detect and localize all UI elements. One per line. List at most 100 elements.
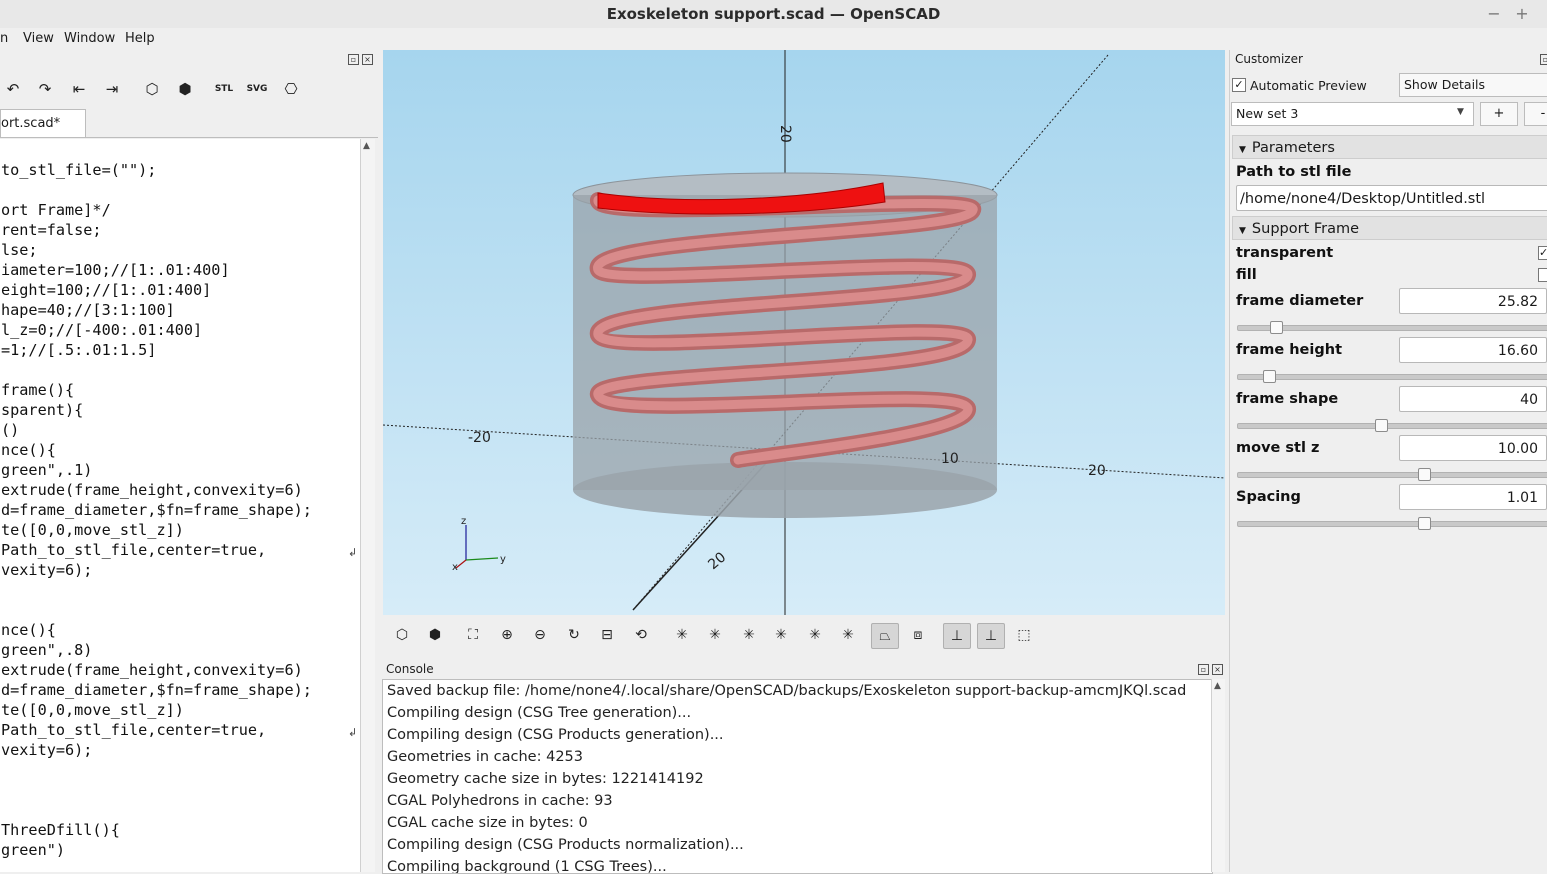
view-left-icon[interactable]: ✳ xyxy=(702,623,728,647)
code-line: hape=40;//[3:1:100] xyxy=(1,301,175,319)
zoom-in-icon[interactable]: ⊕ xyxy=(494,623,520,647)
send-to-print-icon[interactable]: ⎔ xyxy=(278,78,304,100)
render-icon[interactable]: ⬢ xyxy=(422,623,448,647)
view-all-icon[interactable]: ⛶ xyxy=(460,623,486,647)
group-support-frame-label: Support Frame xyxy=(1251,221,1360,237)
spacing-slider-handle[interactable] xyxy=(1418,517,1432,530)
scroll-up-icon[interactable]: ▲ xyxy=(1214,681,1221,691)
frame-shape-slider[interactable] xyxy=(1237,423,1547,429)
undo-icon[interactable]: ↶ xyxy=(0,78,26,100)
code-line: =1;//[.5:.01:1.5] xyxy=(1,341,157,359)
frame-height-slider-handle[interactable] xyxy=(1263,370,1277,383)
spacing-label: Spacing xyxy=(1236,489,1301,505)
path-label: Path to stl file xyxy=(1236,164,1352,180)
code-line: nce(){ xyxy=(1,441,56,459)
show-details-select[interactable]: Show Details xyxy=(1399,73,1547,97)
view-right-icon[interactable]: ✳ xyxy=(669,623,695,647)
console-output[interactable]: Saved backup file: /home/none4/.local/sh… xyxy=(382,679,1213,874)
console-scrollbar[interactable]: ▲ xyxy=(1211,679,1225,872)
frame-shape-slider-handle[interactable] xyxy=(1375,419,1389,432)
menu-item-window[interactable]: Window xyxy=(64,28,115,50)
redo-icon[interactable]: ↷ xyxy=(32,78,58,100)
transparent-checkbox[interactable]: ✓ xyxy=(1538,246,1547,260)
move-stl-z-slider-handle[interactable] xyxy=(1418,468,1432,481)
console-line: CGAL Polyhedrons in cache: 93 xyxy=(387,793,613,809)
model-render: 20 10 20 20 -20 z y x xyxy=(383,50,1225,615)
code-line: iameter=100;//[1:.01:400] xyxy=(1,261,230,279)
editor-scrollbar[interactable]: ▲ xyxy=(360,139,375,872)
close-icon[interactable]: × xyxy=(1212,664,1223,675)
view-bottom-icon[interactable]: ✳ xyxy=(835,623,861,647)
fill-checkbox[interactable] xyxy=(1538,268,1547,282)
code-line: green",.8) xyxy=(1,641,93,659)
close-icon[interactable]: × xyxy=(362,54,373,65)
chevron-down-icon: ▼ xyxy=(1457,107,1464,117)
console-line: Compiling design (CSG Tree generation)..… xyxy=(387,705,692,721)
indent-icon[interactable]: ⇥ xyxy=(99,78,125,100)
frame-diameter-slider[interactable] xyxy=(1237,325,1547,331)
move-stl-z-slider[interactable] xyxy=(1237,472,1547,478)
view-top-icon[interactable]: ✳ xyxy=(802,623,828,647)
preset-select[interactable]: New set 3 xyxy=(1231,102,1474,126)
preview-icon[interactable]: ⬡ xyxy=(139,78,165,100)
frame-diameter-label: frame diameter xyxy=(1236,293,1364,309)
spacing-field[interactable]: 1.01 xyxy=(1399,484,1547,510)
automatic-preview-checkbox[interactable]: ✓ xyxy=(1232,78,1246,92)
frame-diameter-field[interactable]: 25.82 xyxy=(1399,288,1547,314)
show-edges-icon[interactable]: ⬚ xyxy=(1011,623,1037,647)
show-scale-icon[interactable]: ⊥ xyxy=(977,623,1005,649)
frame-shape-field[interactable]: 40 xyxy=(1399,386,1547,412)
code-line: Path_to_stl_file,center=true, xyxy=(1,541,267,559)
float-icon[interactable]: ▫ xyxy=(1540,54,1547,65)
console-line: Geometries in cache: 4253 xyxy=(387,749,583,765)
frame-height-field[interactable]: 16.60 xyxy=(1399,337,1547,363)
add-preset-button[interactable]: + xyxy=(1480,102,1518,126)
console-line: Compiling design (CSG Products generatio… xyxy=(387,727,724,743)
frame-shape-label: frame shape xyxy=(1236,391,1339,407)
spacing-slider[interactable] xyxy=(1237,521,1547,527)
float-icon[interactable]: ▫ xyxy=(1198,664,1209,675)
path-field[interactable]: /home/none4/Desktop/Untitled.stl xyxy=(1236,185,1547,211)
export-svg-icon[interactable]: SVG xyxy=(244,78,270,100)
wrap-marker-icon: ↲ xyxy=(348,546,358,559)
orthogonal-icon[interactable]: ⧈ xyxy=(905,623,931,647)
move-stl-z-field[interactable]: 10.00 xyxy=(1399,435,1547,461)
export-stl-icon[interactable]: STL xyxy=(211,78,237,100)
group-parameters[interactable]: ▼ Parameters xyxy=(1232,135,1547,159)
maximize-button[interactable]: + xyxy=(1512,4,1532,24)
menu-item-help[interactable]: Help xyxy=(125,28,155,50)
axis-label-z: z xyxy=(461,516,466,527)
3d-viewport[interactable]: 20 10 20 20 -20 z y x xyxy=(383,50,1225,615)
preview-icon[interactable]: ⬡ xyxy=(389,623,415,647)
remove-preset-button[interactable]: - xyxy=(1524,102,1547,126)
view-back-icon[interactable]: ✳ xyxy=(736,623,762,647)
menu-item-view[interactable]: View xyxy=(23,28,54,50)
render-icon[interactable]: ⬢ xyxy=(172,78,198,100)
view-diagonal-icon[interactable]: ⟲ xyxy=(628,623,654,647)
zoom-out-icon[interactable]: ⊖ xyxy=(527,623,553,647)
code-line: vexity=6); xyxy=(1,741,93,759)
show-axes-icon[interactable]: ⊥ xyxy=(943,623,971,649)
unindent-icon[interactable]: ⇤ xyxy=(66,78,92,100)
console-title: Console xyxy=(386,662,434,676)
frame-height-slider[interactable] xyxy=(1237,374,1547,380)
code-line: d=frame_diameter,$fn=frame_shape); xyxy=(1,501,312,519)
perspective-icon[interactable]: ⏢ xyxy=(871,623,899,649)
menu-item-design[interactable]: n xyxy=(0,28,8,50)
float-icon[interactable]: ▫ xyxy=(348,54,359,65)
frame-diameter-slider-handle[interactable] xyxy=(1269,321,1283,334)
group-support-frame[interactable]: ▼ Support Frame xyxy=(1232,216,1547,240)
frame-height-label: frame height xyxy=(1236,342,1342,358)
scale-label: 10 xyxy=(941,451,959,467)
minimize-button[interactable]: − xyxy=(1484,4,1504,24)
scroll-up-icon[interactable]: ▲ xyxy=(363,141,370,151)
console-line: Compiling design (CSG Products normaliza… xyxy=(387,837,744,853)
reset-view-icon[interactable]: ↻ xyxy=(561,623,587,647)
view-center-icon[interactable]: ⊟ xyxy=(594,623,620,647)
console-line: Saved backup file: /home/none4/.local/sh… xyxy=(387,683,1187,699)
console-line: CGAL cache size in bytes: 0 xyxy=(387,815,588,831)
code-editor[interactable]: to_stl_file=(""); ort Frame]*/ rent=false;… xyxy=(0,139,361,872)
view-front-icon[interactable]: ✳ xyxy=(768,623,794,647)
code-line: te([0,0,move_stl_z]) xyxy=(1,701,184,719)
file-tab[interactable]: ort.scad* xyxy=(0,109,86,138)
